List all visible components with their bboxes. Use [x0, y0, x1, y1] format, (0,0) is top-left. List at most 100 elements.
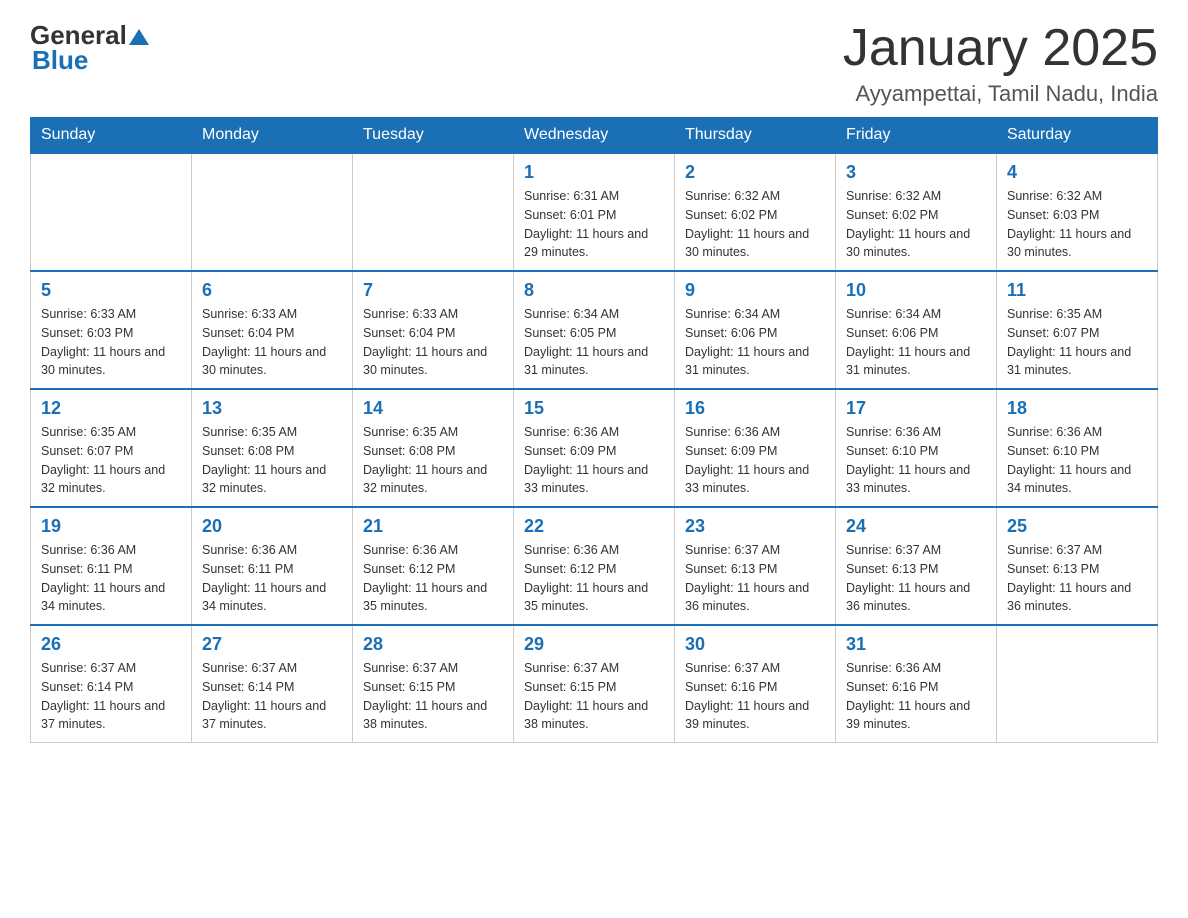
- calendar-cell: 8 Sunrise: 6:34 AMSunset: 6:05 PMDaylight…: [514, 271, 675, 389]
- day-info: Sunrise: 6:37 AMSunset: 6:13 PMDaylight:…: [1007, 541, 1147, 616]
- week-row-1: 1 Sunrise: 6:31 AMSunset: 6:01 PMDaylight…: [31, 153, 1158, 271]
- day-number: 24: [846, 516, 986, 537]
- calendar-cell: [31, 153, 192, 271]
- calendar-cell: 17Sunrise: 6:36 AMSunset: 6:10 PMDayligh…: [836, 389, 997, 507]
- day-number: 14: [363, 398, 503, 419]
- day-number: 27: [202, 634, 342, 655]
- week-row-5: 26 Sunrise: 6:37 AMSunset: 6:14 PMDayligh…: [31, 625, 1158, 743]
- day-info: Sunrise: 6:37 AMSunset: 6:13 PMDaylight:…: [685, 541, 825, 616]
- day-number: 9: [685, 280, 825, 301]
- day-info: Sunrise: 6:35 AMSunset: 6:08 PMDaylight:…: [363, 423, 503, 498]
- calendar-cell: 26 Sunrise: 6:37 AMSunset: 6:14 PMDayligh…: [31, 625, 192, 743]
- logo: General Blue: [30, 20, 149, 76]
- calendar-cell: 28Sunrise: 6:37 AMSunset: 6:15 PMDayligh…: [353, 625, 514, 743]
- day-info: Sunrise: 6:34 AMSunset: 6:05 PMDaylight:…: [524, 305, 664, 380]
- day-number: 19: [41, 516, 181, 537]
- calendar-cell: 23 Sunrise: 6:37 AMSunset: 6:13 PMDayligh…: [675, 507, 836, 625]
- calendar-header-row: SundayMondayTuesdayWednesdayThursdayFrid…: [31, 118, 1158, 154]
- day-info: Sunrise: 6:36 AMSunset: 6:12 PMDaylight:…: [363, 541, 503, 616]
- day-number: 5: [41, 280, 181, 301]
- calendar-table: SundayMondayTuesdayWednesdayThursdayFrid…: [30, 117, 1158, 743]
- calendar-cell: 22 Sunrise: 6:36 AMSunset: 6:12 PMDayligh…: [514, 507, 675, 625]
- calendar-cell: 1 Sunrise: 6:31 AMSunset: 6:01 PMDaylight…: [514, 153, 675, 271]
- calendar-cell: 29 Sunrise: 6:37 AMSunset: 6:15 PMDayligh…: [514, 625, 675, 743]
- calendar-cell: [997, 625, 1158, 743]
- day-info: Sunrise: 6:37 AMSunset: 6:15 PMDaylight:…: [524, 659, 664, 734]
- calendar-header-saturday: Saturday: [997, 118, 1158, 154]
- day-number: 1: [524, 162, 664, 183]
- day-number: 13: [202, 398, 342, 419]
- day-info: Sunrise: 6:36 AMSunset: 6:10 PMDaylight:…: [1007, 423, 1147, 498]
- day-number: 21: [363, 516, 503, 537]
- day-number: 10: [846, 280, 986, 301]
- day-info: Sunrise: 6:33 AMSunset: 6:04 PMDaylight:…: [202, 305, 342, 380]
- calendar-cell: 18 Sunrise: 6:36 AMSunset: 6:10 PMDayligh…: [997, 389, 1158, 507]
- page-subtitle: Ayyampettai, Tamil Nadu, India: [843, 81, 1158, 107]
- calendar-cell: 27 Sunrise: 6:37 AMSunset: 6:14 PMDayligh…: [192, 625, 353, 743]
- day-number: 25: [1007, 516, 1147, 537]
- page-title: January 2025: [843, 20, 1158, 77]
- day-info: Sunrise: 6:35 AMSunset: 6:07 PMDaylight:…: [41, 423, 181, 498]
- day-number: 11: [1007, 280, 1147, 301]
- calendar-cell: 6 Sunrise: 6:33 AMSunset: 6:04 PMDaylight…: [192, 271, 353, 389]
- calendar-header-monday: Monday: [192, 118, 353, 154]
- calendar-cell: [353, 153, 514, 271]
- day-info: Sunrise: 6:34 AMSunset: 6:06 PMDaylight:…: [685, 305, 825, 380]
- week-row-3: 12 Sunrise: 6:35 AMSunset: 6:07 PMDayligh…: [31, 389, 1158, 507]
- calendar-header-tuesday: Tuesday: [353, 118, 514, 154]
- day-info: Sunrise: 6:36 AMSunset: 6:09 PMDaylight:…: [685, 423, 825, 498]
- week-row-2: 5Sunrise: 6:33 AMSunset: 6:03 PMDaylight…: [31, 271, 1158, 389]
- day-number: 22: [524, 516, 664, 537]
- day-info: Sunrise: 6:35 AMSunset: 6:08 PMDaylight:…: [202, 423, 342, 498]
- day-number: 30: [685, 634, 825, 655]
- calendar-cell: 31 Sunrise: 6:36 AMSunset: 6:16 PMDayligh…: [836, 625, 997, 743]
- day-number: 12: [41, 398, 181, 419]
- day-number: 4: [1007, 162, 1147, 183]
- calendar-cell: 5Sunrise: 6:33 AMSunset: 6:03 PMDaylight…: [31, 271, 192, 389]
- title-section: January 2025 Ayyampettai, Tamil Nadu, In…: [843, 20, 1158, 107]
- day-info: Sunrise: 6:37 AMSunset: 6:14 PMDaylight:…: [202, 659, 342, 734]
- day-info: Sunrise: 6:36 AMSunset: 6:09 PMDaylight:…: [524, 423, 664, 498]
- calendar-cell: 24 Sunrise: 6:37 AMSunset: 6:13 PMDayligh…: [836, 507, 997, 625]
- week-row-4: 19 Sunrise: 6:36 AMSunset: 6:11 PMDayligh…: [31, 507, 1158, 625]
- day-info: Sunrise: 6:31 AMSunset: 6:01 PMDaylight:…: [524, 187, 664, 262]
- day-number: 18: [1007, 398, 1147, 419]
- calendar-cell: 9 Sunrise: 6:34 AMSunset: 6:06 PMDaylight…: [675, 271, 836, 389]
- calendar-header-thursday: Thursday: [675, 118, 836, 154]
- day-info: Sunrise: 6:32 AMSunset: 6:02 PMDaylight:…: [846, 187, 986, 262]
- day-number: 2: [685, 162, 825, 183]
- day-number: 8: [524, 280, 664, 301]
- day-number: 26: [41, 634, 181, 655]
- day-info: Sunrise: 6:34 AMSunset: 6:06 PMDaylight:…: [846, 305, 986, 380]
- day-number: 16: [685, 398, 825, 419]
- calendar-cell: 10 Sunrise: 6:34 AMSunset: 6:06 PMDayligh…: [836, 271, 997, 389]
- day-info: Sunrise: 6:35 AMSunset: 6:07 PMDaylight:…: [1007, 305, 1147, 380]
- calendar-cell: 12 Sunrise: 6:35 AMSunset: 6:07 PMDayligh…: [31, 389, 192, 507]
- calendar-cell: 30 Sunrise: 6:37 AMSunset: 6:16 PMDayligh…: [675, 625, 836, 743]
- calendar-cell: 2 Sunrise: 6:32 AMSunset: 6:02 PMDaylight…: [675, 153, 836, 271]
- calendar-cell: 19Sunrise: 6:36 AMSunset: 6:11 PMDayligh…: [31, 507, 192, 625]
- day-info: Sunrise: 6:36 AMSunset: 6:16 PMDaylight:…: [846, 659, 986, 734]
- day-info: Sunrise: 6:37 AMSunset: 6:15 PMDaylight:…: [363, 659, 503, 734]
- day-info: Sunrise: 6:37 AMSunset: 6:13 PMDaylight:…: [846, 541, 986, 616]
- day-number: 6: [202, 280, 342, 301]
- day-number: 15: [524, 398, 664, 419]
- day-info: Sunrise: 6:37 AMSunset: 6:16 PMDaylight:…: [685, 659, 825, 734]
- day-info: Sunrise: 6:36 AMSunset: 6:11 PMDaylight:…: [202, 541, 342, 616]
- logo-blue: Blue: [32, 45, 88, 76]
- calendar-header-sunday: Sunday: [31, 118, 192, 154]
- day-info: Sunrise: 6:36 AMSunset: 6:12 PMDaylight:…: [524, 541, 664, 616]
- day-number: 3: [846, 162, 986, 183]
- day-number: 31: [846, 634, 986, 655]
- day-info: Sunrise: 6:37 AMSunset: 6:14 PMDaylight:…: [41, 659, 181, 734]
- day-number: 29: [524, 634, 664, 655]
- day-info: Sunrise: 6:32 AMSunset: 6:02 PMDaylight:…: [685, 187, 825, 262]
- day-info: Sunrise: 6:32 AMSunset: 6:03 PMDaylight:…: [1007, 187, 1147, 262]
- calendar-header-friday: Friday: [836, 118, 997, 154]
- calendar-cell: 13 Sunrise: 6:35 AMSunset: 6:08 PMDayligh…: [192, 389, 353, 507]
- calendar-cell: 14 Sunrise: 6:35 AMSunset: 6:08 PMDayligh…: [353, 389, 514, 507]
- calendar-cell: 4 Sunrise: 6:32 AMSunset: 6:03 PMDaylight…: [997, 153, 1158, 271]
- calendar-cell: [192, 153, 353, 271]
- calendar-cell: 11 Sunrise: 6:35 AMSunset: 6:07 PMDayligh…: [997, 271, 1158, 389]
- day-number: 23: [685, 516, 825, 537]
